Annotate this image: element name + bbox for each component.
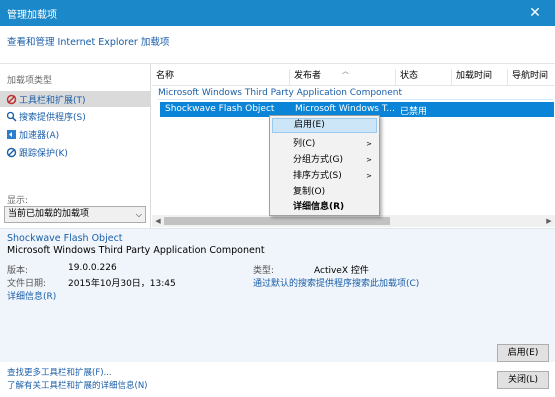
submenu-arrow-icon: >: [366, 156, 372, 164]
menu-item-label: 启用(E): [294, 120, 325, 130]
submenu-arrow-icon: >: [366, 140, 372, 148]
learn-more-link[interactable]: 了解有关工具栏和扩展的详细信息(N): [7, 379, 148, 391]
show-select-value: 当前已加载的加载项: [8, 209, 90, 219]
sidebar-item-accelerators[interactable]: 加速器(A): [0, 126, 151, 142]
sidebar-item-label: 跟踪保护(K): [19, 148, 68, 159]
block-icon: [5, 146, 17, 158]
header-link[interactable]: 查看和管理 Internet Explorer 加载项: [7, 34, 169, 48]
close-button[interactable]: 关闭(L): [497, 371, 549, 389]
footer: 查找更多工具栏和扩展(F)... 了解有关工具栏和扩展的详细信息(N) 关闭(L…: [0, 362, 555, 397]
column-headers: 名称 发布者 ︿ 状态 加载时间 导航时间: [152, 67, 555, 86]
date-label: 文件日期:: [7, 279, 47, 289]
show-select[interactable]: 当前已加载的加载项 ⌵: [4, 206, 146, 223]
find-more-link[interactable]: 查找更多工具栏和扩展(F)...: [7, 366, 112, 378]
version-value: 19.0.0.226: [68, 263, 117, 273]
column-header-status[interactable]: 状态: [396, 69, 452, 86]
show-label: 显示:: [7, 196, 29, 206]
accelerator-icon: [5, 128, 17, 140]
sidebar-item-toolbars[interactable]: 工具栏和扩展(T): [0, 91, 151, 107]
row-publisher: Microsoft Windows T...: [295, 104, 395, 114]
group-divider: [158, 99, 553, 100]
details-pane: Shockwave Flash Object Microsoft Windows…: [0, 228, 555, 362]
window-title: 管理加载项: [7, 10, 57, 21]
sidebar-item-label: 搜索提供程序(S): [19, 112, 86, 123]
header: 查看和管理 Internet Explorer 加载项: [0, 26, 555, 64]
search-addon-link[interactable]: 通过默认的搜索提供程序搜索此加载项(C): [253, 276, 419, 289]
menu-item-label: 复制(O): [293, 187, 326, 197]
column-header-load-time[interactable]: 加载时间: [452, 69, 508, 86]
menu-item-details[interactable]: 详细信息(R): [272, 200, 377, 215]
date-value: 2015年10月30日，13:45: [68, 279, 176, 289]
menu-item-sort-by[interactable]: 排序方式(S) >: [272, 169, 377, 184]
chevron-down-icon: ⌵: [135, 210, 142, 219]
row-name: Shockwave Flash Object: [165, 104, 275, 114]
menu-item-enable[interactable]: 启用(E): [272, 118, 377, 133]
sort-arrow-icon: ︿: [342, 67, 349, 75]
menu-item-label: 详细信息(R): [293, 202, 345, 212]
menu-item-label: 排序方式(S): [293, 171, 342, 181]
menu-item-label: 分组方式(G): [293, 155, 343, 165]
row-status: 已禁用: [400, 107, 428, 117]
sidebar-item-label: 工具栏和扩展(T): [19, 95, 86, 106]
group-header[interactable]: Microsoft Windows Third Party Applicatio…: [158, 88, 402, 98]
context-menu: 启用(E) 列(C) > 分组方式(G) > 排序方式(S) > 复制(O) 详…: [269, 115, 380, 216]
scroll-left-icon[interactable]: ◀: [152, 215, 164, 227]
more-info-link[interactable]: 详细信息(R): [7, 289, 56, 302]
gear-icon: [5, 93, 17, 105]
horizontal-scrollbar[interactable]: ◀ ▶: [152, 215, 555, 227]
version-label: 版本:: [7, 266, 29, 276]
sidebar-item-search-providers[interactable]: 搜索提供程序(S): [0, 108, 151, 124]
sidebar-item-tracking-protection[interactable]: 跟踪保护(K): [0, 144, 151, 160]
menu-item-columns[interactable]: 列(C) >: [272, 137, 377, 152]
menu-item-label: 列(C): [293, 139, 316, 149]
type-label: 类型:: [253, 266, 275, 276]
column-header-name[interactable]: 名称: [152, 69, 290, 86]
details-name: Shockwave Flash Object: [7, 233, 123, 244]
column-header-nav-time[interactable]: 导航时间: [508, 69, 555, 86]
enable-button[interactable]: 启用(E): [497, 344, 549, 362]
type-value: ActiveX 控件: [314, 266, 369, 276]
submenu-arrow-icon: >: [366, 172, 372, 180]
scroll-right-icon[interactable]: ▶: [543, 215, 555, 227]
title-bar: 管理加载项 ✕: [0, 0, 555, 26]
menu-item-group-by[interactable]: 分组方式(G) >: [272, 153, 377, 168]
search-icon: [5, 110, 17, 122]
menu-item-copy[interactable]: 复制(O): [272, 185, 377, 200]
addon-types-label: 加载项类型: [7, 76, 53, 86]
sidebar-item-label: 加速器(A): [19, 130, 60, 141]
close-icon[interactable]: ✕: [515, 0, 555, 26]
details-publisher: Microsoft Windows Third Party Applicatio…: [7, 245, 265, 256]
sidebar: 加载项类型 工具栏和扩展(T) 搜索提供程序(S) 加速器(A) 跟踪保护(K)…: [0, 64, 151, 228]
scrollbar-thumb[interactable]: [164, 217, 390, 225]
